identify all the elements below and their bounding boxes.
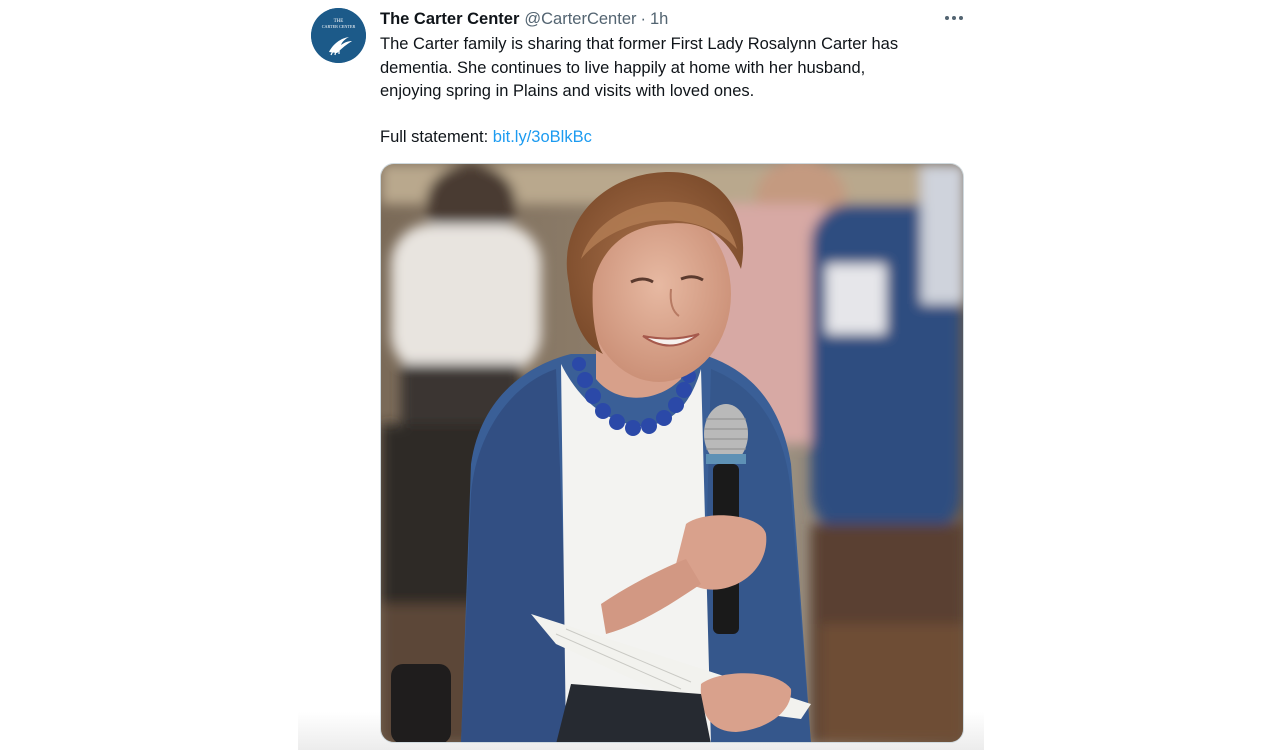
tweet-photo[interactable] xyxy=(380,163,964,743)
carter-center-logo-icon: THE CARTER CENTER xyxy=(311,8,366,63)
statement-link[interactable]: bit.ly/3oBlkBc xyxy=(493,128,592,146)
tweet-timestamp[interactable]: 1h xyxy=(650,8,668,30)
tweet-text-line: enjoying spring in Plains and visits wit… xyxy=(380,82,755,100)
avatar-text-bottom: CARTER CENTER xyxy=(322,24,356,29)
photo-image xyxy=(381,164,963,742)
tweet-text: The Carter family is sharing that former… xyxy=(380,33,970,104)
author-handle[interactable]: @CarterCenter xyxy=(524,8,636,30)
avatar[interactable]: THE CARTER CENTER xyxy=(311,8,366,63)
tweet-header: The Carter Center @CarterCenter · 1h xyxy=(380,8,668,30)
header-separator: · xyxy=(640,10,647,28)
more-options-button[interactable] xyxy=(940,6,968,30)
full-statement-label: Full statement: xyxy=(380,128,493,146)
tweet-text-line: The Carter family is sharing that former… xyxy=(380,35,899,53)
tweet-text-line: dementia. She continues to live happily … xyxy=(380,58,866,77)
more-horizontal-icon xyxy=(945,16,963,20)
author-display-name[interactable]: The Carter Center xyxy=(380,8,519,30)
full-statement-line: Full statement: bit.ly/3oBlkBc xyxy=(380,126,592,149)
page: THE CARTER CENTER The Carter Center @Car… xyxy=(0,0,1280,750)
